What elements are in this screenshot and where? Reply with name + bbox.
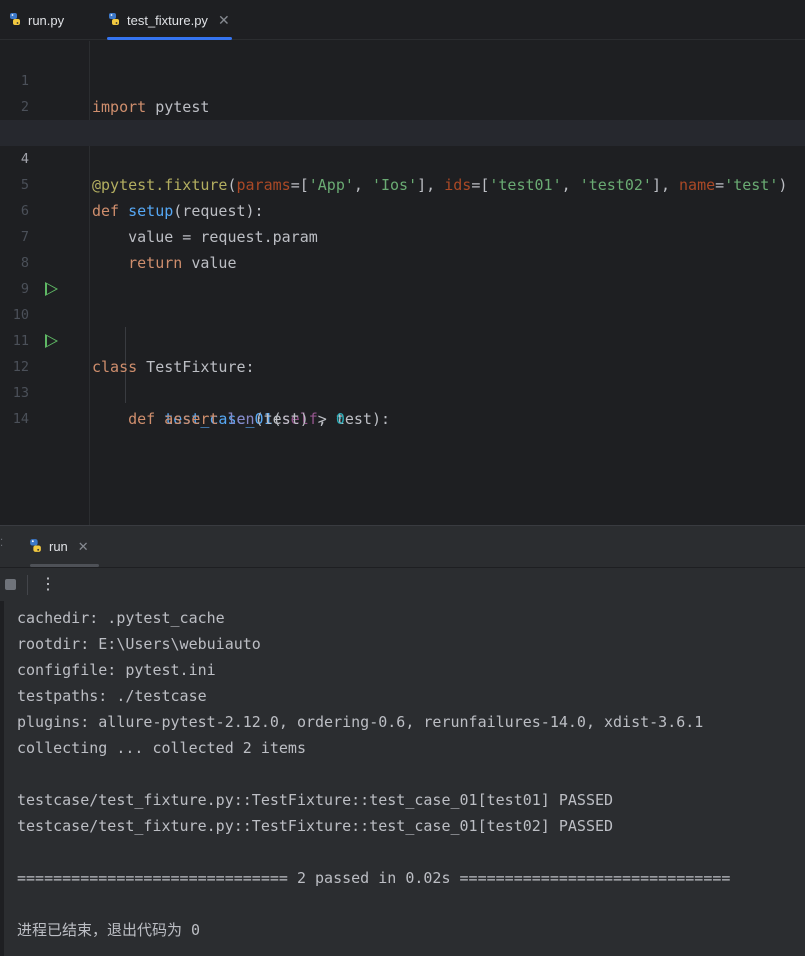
builtin: len [227, 410, 255, 428]
console-line: testpaths: ./testcase [17, 687, 207, 705]
console-line: configfile: pytest.ini [17, 661, 216, 679]
code-line[interactable]: 3 [0, 94, 805, 141]
code-editor[interactable]: 1 import pytest 2 3 4 @pytest.fixture(pa… [0, 41, 805, 525]
console-edge [0, 601, 4, 956]
tab-label: run [49, 539, 68, 554]
code-line[interactable]: 7 return value [0, 198, 805, 272]
run-gutter-icon[interactable] [45, 334, 58, 348]
console-output[interactable]: cachedir: .pytest_cache rootdir: E:\User… [0, 601, 805, 956]
stop-icon[interactable] [5, 579, 16, 590]
console-line: testcase/test_fixture.py::TestFixture::t… [17, 791, 614, 809]
code-line[interactable]: 12 def test_case_01(self, test): [0, 328, 805, 428]
code-line[interactable]: 1 import pytest [0, 42, 805, 116]
pin-icon: ⁚ [0, 538, 4, 549]
tab-label: run.py [28, 12, 65, 28]
code-line[interactable]: 14 [0, 380, 805, 427]
run-gutter-icon[interactable] [45, 282, 58, 296]
keyword: assert [92, 410, 219, 428]
code-line[interactable]: 5 def setup(request): [0, 146, 805, 220]
console-line: cachedir: .pytest_cache [17, 609, 225, 627]
code-line[interactable]: 10 class TestFixture: [0, 276, 805, 376]
tab-run-py[interactable]: run.py [8, 0, 64, 40]
tab-label: test_fixture.py [127, 12, 208, 28]
code-line[interactable]: 2 [0, 68, 805, 115]
console-line: ============================== 2 passed … [17, 869, 731, 887]
run-toolbar: ⋮ [0, 567, 805, 601]
number: 0 [335, 410, 345, 428]
code-line[interactable]: 8 [0, 224, 805, 271]
console-line: collecting ... collected 2 items [17, 739, 306, 757]
run-tool-window-header: ⁚ run ✕ [0, 525, 805, 567]
toolbar-divider [27, 575, 28, 595]
python-run-icon [28, 538, 43, 556]
editor-tab-bar: run.py test_fixture.py ✕ [0, 0, 805, 40]
tab-test-fixture-py[interactable]: test_fixture.py ✕ [107, 0, 232, 40]
console-line: rootdir: E:\Users\webuiauto [17, 635, 261, 653]
code-line[interactable]: 6 value = request.param [0, 172, 805, 246]
code-line-current[interactable]: 4 @pytest.fixture(params=['App', 'Ios'],… [0, 120, 805, 194]
more-options-icon[interactable]: ⋮ [40, 574, 56, 594]
code-line[interactable]: 13 assert len(test) > 0 [0, 354, 805, 428]
console-line: testcase/test_fixture.py::TestFixture::t… [17, 817, 614, 835]
close-icon[interactable]: ✕ [218, 12, 230, 29]
code-text: (test) > [254, 410, 336, 428]
console-line: plugins: allure-pytest-2.12.0, ordering-… [17, 713, 704, 731]
code-line[interactable]: 9 [0, 250, 805, 297]
console-line: 进程已结束，退出代码为 0 [17, 921, 201, 939]
line-number: 14 [12, 411, 29, 427]
python-file-icon [107, 12, 121, 29]
close-icon[interactable]: ✕ [78, 539, 89, 555]
tab-run[interactable]: run ✕ [28, 526, 89, 567]
python-file-icon [8, 12, 22, 29]
code-line[interactable]: 11 [0, 302, 805, 349]
